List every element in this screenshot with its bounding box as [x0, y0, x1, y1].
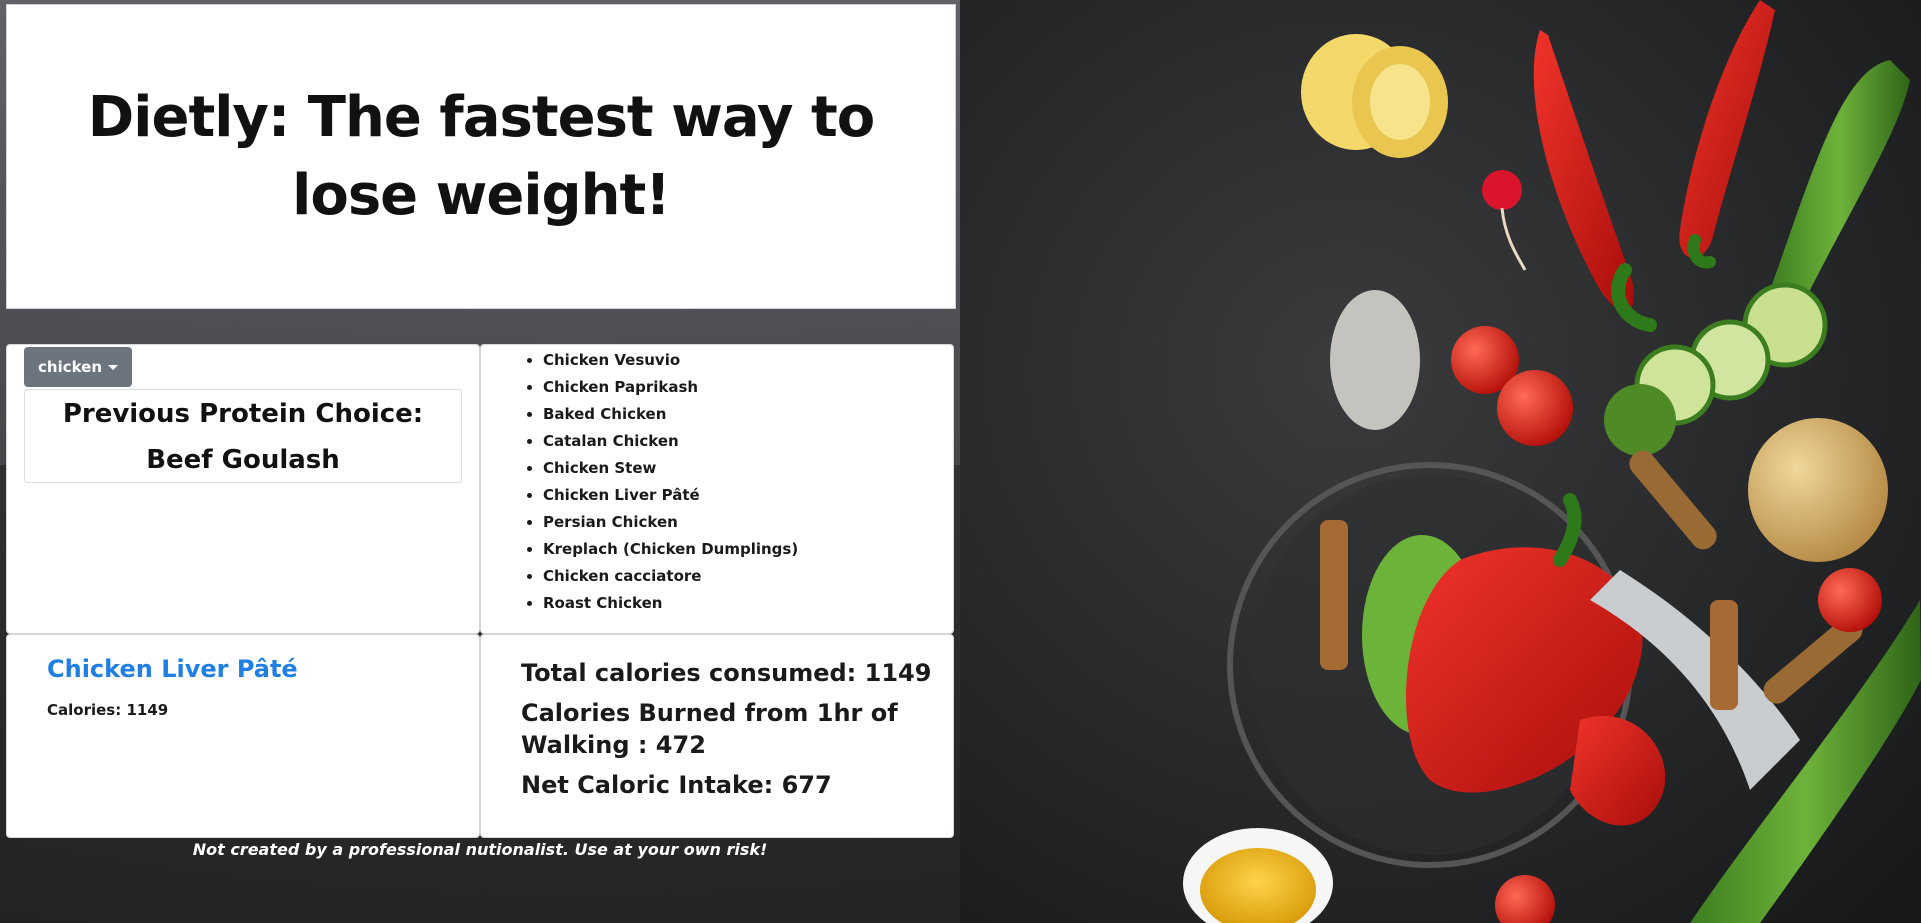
previous-protein-label: Previous Protein Choice:: [62, 399, 424, 429]
selected-recipe-link[interactable]: Chicken Liver Pâté: [47, 655, 298, 683]
recipe-item[interactable]: Kreplach (Chicken Dumplings): [543, 536, 798, 563]
recipe-item[interactable]: Chicken Paprikash: [543, 374, 798, 401]
selected-recipe-card: Chicken Liver Pâté Calories: 1149: [6, 634, 480, 838]
chevron-down-icon: [108, 364, 119, 370]
calorie-totals-card: Total calories consumed: 1149 Calories B…: [480, 634, 954, 838]
page-title: Dietly: The fastest way to lose weight!: [87, 84, 875, 228]
recipe-item[interactable]: Persian Chicken: [543, 509, 798, 536]
previous-protein-value: Beef Goulash: [146, 445, 340, 475]
recipe-list: Chicken Vesuvio Chicken Paprikash Baked …: [511, 347, 798, 617]
previous-protein-box: Previous Protein Choice: Beef Goulash: [24, 389, 462, 483]
protein-dropdown-label: chicken: [38, 358, 103, 376]
recipe-item[interactable]: Baked Chicken: [543, 401, 798, 428]
vegetables-illustration: [960, 0, 1921, 923]
recipe-item[interactable]: Chicken cacciatore: [543, 563, 798, 590]
recipe-list-card: Chicken Vesuvio Chicken Paprikash Baked …: [480, 344, 954, 634]
net-caloric-intake: Net Caloric Intake: 677: [521, 771, 832, 799]
recipe-item[interactable]: Chicken Liver Pâté: [543, 482, 798, 509]
total-calories-consumed: Total calories consumed: 1149: [521, 659, 932, 687]
calories-burned-walking: Calories Burned from 1hr of Walking : 47…: [521, 699, 898, 759]
salt-pile: [1330, 290, 1420, 430]
disclaimer-note: Not created by a professional nutionalis…: [192, 840, 768, 859]
protein-card: chicken Previous Protein Choice: Beef Go…: [6, 344, 480, 634]
vegetables-photo: [960, 0, 1921, 923]
potato-icon: [1748, 418, 1888, 562]
recipe-item[interactable]: Roast Chicken: [543, 590, 798, 617]
recipe-item[interactable]: Catalan Chicken: [543, 428, 798, 455]
recipe-item[interactable]: Chicken Vesuvio: [543, 347, 798, 374]
recipe-item[interactable]: Chicken Stew: [543, 455, 798, 482]
selected-recipe-calories: Calories: 1149: [47, 701, 169, 719]
header-banner: Dietly: The fastest way to lose weight!: [6, 4, 956, 309]
radish-icon: [1482, 170, 1522, 210]
protein-dropdown-button[interactable]: chicken: [24, 347, 133, 387]
